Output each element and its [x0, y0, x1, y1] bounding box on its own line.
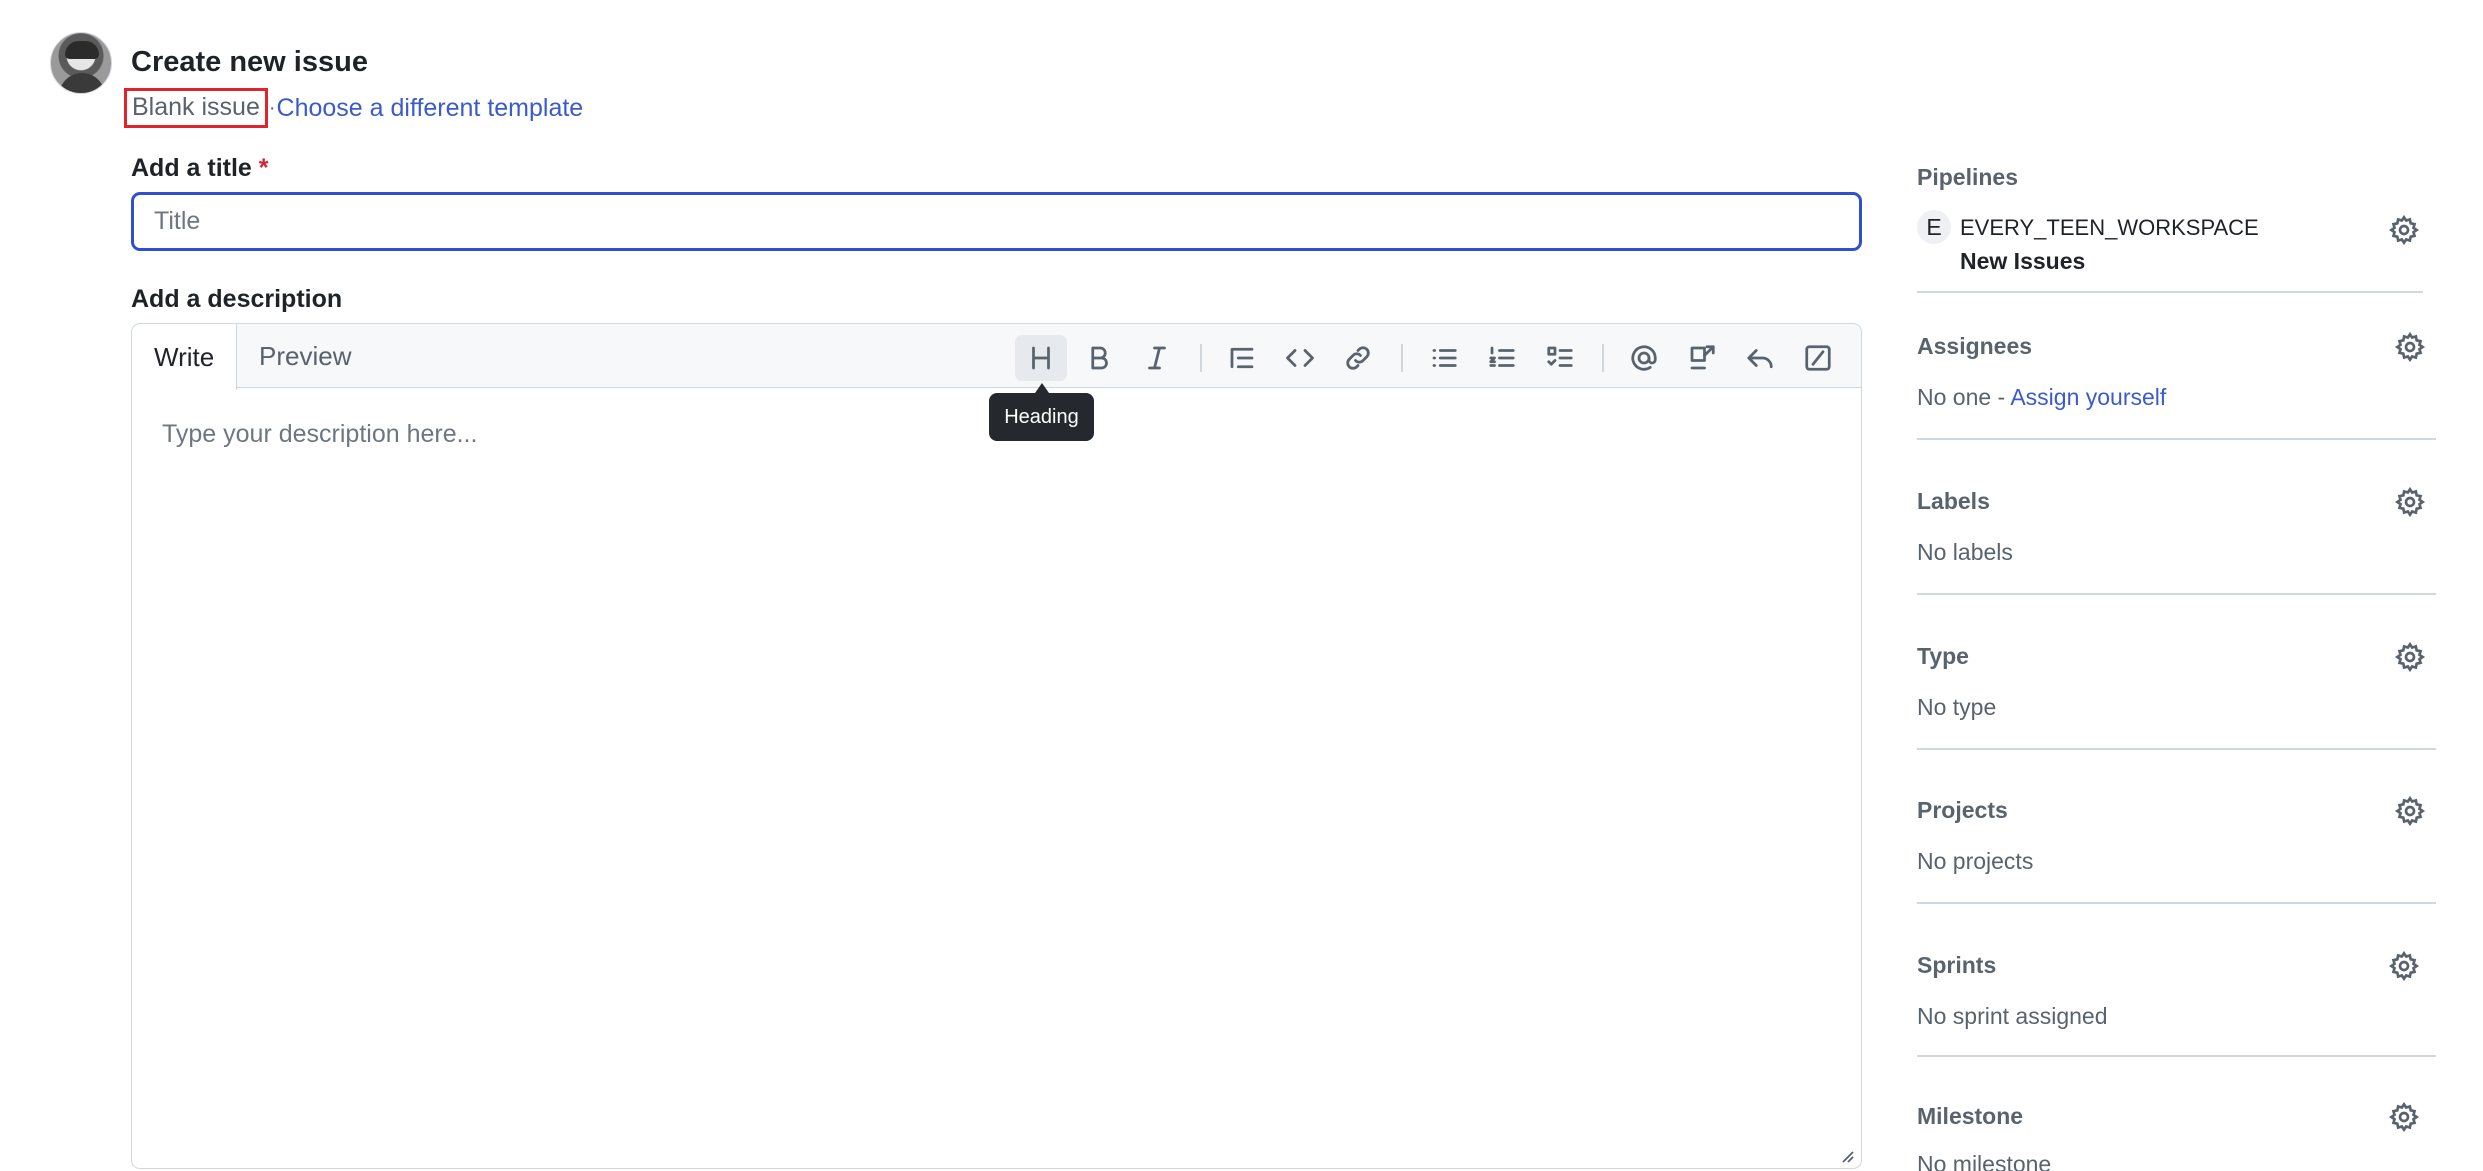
pipeline-name[interactable]: New Issues: [1960, 248, 2085, 275]
assignees-none-text: No one -: [1917, 384, 2011, 410]
tab-write[interactable]: Write: [132, 324, 238, 390]
heading-tooltip: Heading: [989, 383, 1094, 441]
avatar-hair: [65, 41, 99, 59]
ordered-list-icon: [1489, 346, 1515, 367]
assign-yourself-link[interactable]: Assign yourself: [2010, 384, 2166, 410]
toolbar-divider: [1200, 344, 1202, 372]
sidebar-divider: [1917, 748, 2436, 750]
user-avatar[interactable]: [50, 32, 112, 94]
resize-handle-icon[interactable]: [1837, 1146, 1855, 1164]
type-settings-button[interactable]: [2393, 640, 2427, 674]
editor-header: Write Preview: [132, 324, 1861, 390]
sidebar-divider: [1917, 438, 2436, 440]
current-template-label: Blank issue: [124, 88, 268, 128]
unordered-list-icon: [1432, 349, 1457, 367]
pipelines-title: Pipelines: [1917, 164, 2018, 190]
milestone-title: Milestone: [1917, 1103, 2024, 1129]
gear-icon: [2388, 214, 2420, 246]
code-icon: [1286, 349, 1314, 367]
link-button[interactable]: [1332, 335, 1384, 381]
reply-icon: [1747, 349, 1773, 369]
bold-icon: [1091, 346, 1108, 370]
sprints-value: No sprint assigned: [1917, 1003, 2108, 1029]
gear-icon: [2394, 795, 2426, 827]
toolbar-divider: [1401, 344, 1403, 372]
slash-command-button[interactable]: [1792, 335, 1844, 381]
sprints-title: Sprints: [1917, 952, 1997, 978]
mention-button[interactable]: [1618, 335, 1670, 381]
labels-value: No labels: [1917, 539, 2013, 565]
cross-reference-icon: [1690, 345, 1715, 370]
ordered-list-button[interactable]: [1476, 335, 1528, 381]
link-icon: [1346, 346, 1370, 370]
gear-icon: [2388, 950, 2420, 982]
bold-button[interactable]: [1073, 335, 1125, 381]
sidebar-divider: [1917, 902, 2436, 904]
required-mark: *: [258, 154, 269, 182]
projects-value: No projects: [1917, 848, 2034, 874]
gear-icon: [2394, 331, 2426, 363]
sidebar-divider: [1917, 291, 2423, 293]
title-label-text: Add a title: [131, 154, 252, 182]
slash-command-icon: [1805, 345, 1831, 371]
reply-button[interactable]: [1734, 335, 1786, 381]
sidebar-divider: [1917, 593, 2436, 595]
page-title: Create new issue: [131, 46, 368, 78]
type-value: No type: [1917, 694, 1997, 720]
projects-settings-button[interactable]: [2393, 794, 2427, 828]
description-editor: Write Preview: [131, 323, 1862, 1169]
labels-title: Labels: [1917, 488, 1990, 514]
gear-icon: [2388, 1101, 2420, 1133]
workspace-name: EVERY_TEEN_WORKSPACE: [1960, 215, 2259, 240]
task-list-icon: [1547, 346, 1573, 367]
assignees-title: Assignees: [1917, 333, 2033, 359]
mention-icon: [1631, 345, 1657, 371]
quote-button[interactable]: [1216, 335, 1268, 381]
italic-button[interactable]: [1131, 335, 1183, 381]
unordered-list-button[interactable]: [1418, 335, 1470, 381]
sprints-settings-button[interactable]: [2387, 949, 2421, 983]
description-label: Add a description: [131, 285, 343, 313]
projects-title: Projects: [1917, 797, 2008, 823]
description-textarea[interactable]: [162, 420, 1822, 1120]
heading-icon: [1032, 346, 1050, 370]
milestone-settings-button[interactable]: [2387, 1100, 2421, 1134]
workspace-initial-badge: E: [1917, 210, 1951, 244]
cross-reference-button[interactable]: [1676, 335, 1728, 381]
avatar-body: [59, 73, 105, 93]
heading-button[interactable]: [1015, 335, 1067, 381]
gear-icon: [2394, 486, 2426, 518]
labels-settings-button[interactable]: [2393, 485, 2427, 519]
tab-preview[interactable]: Preview: [237, 324, 373, 389]
assignees-value: No one - Assign yourself: [1917, 384, 2166, 411]
title-input[interactable]: [131, 192, 1862, 251]
template-separator: ·: [268, 96, 276, 119]
quote-icon: [1230, 347, 1254, 369]
italic-icon: [1148, 346, 1166, 370]
code-button[interactable]: [1274, 335, 1326, 381]
choose-template-link[interactable]: Choose a different template: [277, 94, 584, 123]
milestone-value: No milestone: [1917, 1151, 2052, 1171]
toolbar-divider: [1602, 344, 1604, 372]
gear-icon: [2394, 641, 2426, 673]
type-title: Type: [1917, 643, 1969, 669]
sidebar-divider: [1917, 1055, 2436, 1057]
task-list-button[interactable]: [1534, 335, 1586, 381]
title-label: Add a title *: [131, 154, 269, 183]
template-selector: Blank issue · Choose a different templat…: [124, 88, 583, 128]
pipelines-settings-button[interactable]: [2387, 213, 2421, 247]
assignees-settings-button[interactable]: [2393, 330, 2427, 364]
